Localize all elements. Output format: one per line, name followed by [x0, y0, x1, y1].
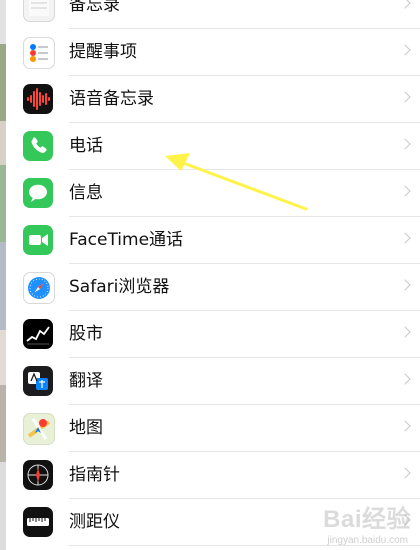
measure-icon — [23, 507, 53, 537]
settings-row-label: 电话 — [69, 136, 103, 156]
notes-icon — [23, 0, 55, 22]
settings-row-maps[interactable]: 地图 — [6, 405, 420, 452]
settings-row-label: 语音备忘录 — [69, 89, 154, 109]
settings-row-voice-memos[interactable]: 语音备忘录 — [6, 76, 420, 123]
chevron-right-icon — [399, 279, 411, 291]
chevron-right-icon — [399, 91, 411, 103]
phone-icon — [23, 131, 53, 161]
settings-row-label: 测距仪 — [69, 512, 120, 532]
reminders-icon — [23, 37, 55, 69]
settings-row-phone[interactable]: 电话 — [6, 123, 420, 170]
settings-row-label: 指南针 — [69, 465, 120, 485]
settings-row-label: 地图 — [69, 418, 103, 438]
chevron-right-icon — [399, 232, 411, 244]
settings-row-label: 备忘录 — [69, 0, 120, 15]
stocks-icon — [23, 319, 53, 349]
maps-icon — [23, 413, 55, 445]
facetime-icon — [23, 225, 53, 255]
settings-row-reminders[interactable]: 提醒事项 — [6, 29, 420, 76]
chevron-right-icon — [399, 138, 411, 150]
settings-row-compass[interactable]: 指南针 — [6, 452, 420, 499]
chevron-right-icon — [399, 0, 411, 9]
settings-row-label: 信息 — [69, 183, 103, 203]
settings-app-list: 备忘录 提醒事项 语音备忘录 电话 信息 FaceTime通话 Safari浏览… — [6, 0, 420, 550]
chevron-right-icon — [399, 185, 411, 197]
safari-icon — [23, 272, 55, 304]
settings-row-stocks[interactable]: 股市 — [6, 311, 420, 358]
watermark-logo: Bai经验 — [323, 506, 411, 533]
chevron-right-icon — [399, 420, 411, 432]
settings-row-messages[interactable]: 信息 — [6, 170, 420, 217]
settings-row-label: Safari浏览器 — [69, 277, 170, 297]
chevron-right-icon — [399, 467, 411, 479]
settings-row-label: 股市 — [69, 324, 103, 344]
voice-memos-icon — [23, 84, 53, 114]
settings-row-safari[interactable]: Safari浏览器 — [6, 264, 420, 311]
compass-icon — [23, 460, 53, 490]
settings-row-label: 翻译 — [69, 371, 103, 391]
settings-row-label: 提醒事项 — [69, 42, 137, 62]
settings-row-translate[interactable]: 翻译 — [6, 358, 420, 405]
chevron-right-icon — [399, 373, 411, 385]
settings-row-label: FaceTime通话 — [69, 230, 184, 250]
translate-icon — [23, 366, 53, 396]
messages-icon — [23, 178, 53, 208]
settings-row-facetime[interactable]: FaceTime通话 — [6, 217, 420, 264]
watermark-site: jingyan.baidu.com — [327, 535, 408, 546]
chevron-right-icon — [399, 44, 411, 56]
settings-row-notes[interactable]: 备忘录 — [6, 0, 420, 29]
chevron-right-icon — [399, 326, 411, 338]
